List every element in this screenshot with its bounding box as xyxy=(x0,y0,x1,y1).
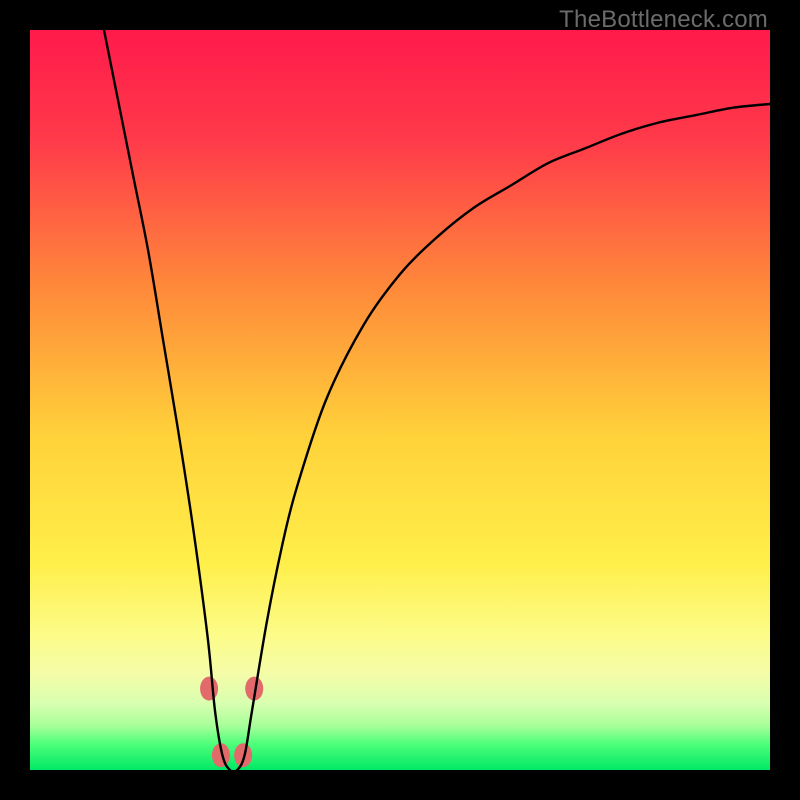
plot-area xyxy=(30,30,770,770)
marker-left-upper xyxy=(200,677,218,701)
curve-layer xyxy=(30,30,770,770)
watermark-text: TheBottleneck.com xyxy=(559,6,768,34)
bottleneck-curve xyxy=(104,30,770,770)
marker-right-lower xyxy=(234,743,252,767)
chart-frame: TheBottleneck.com xyxy=(0,0,800,800)
data-markers xyxy=(200,677,263,768)
